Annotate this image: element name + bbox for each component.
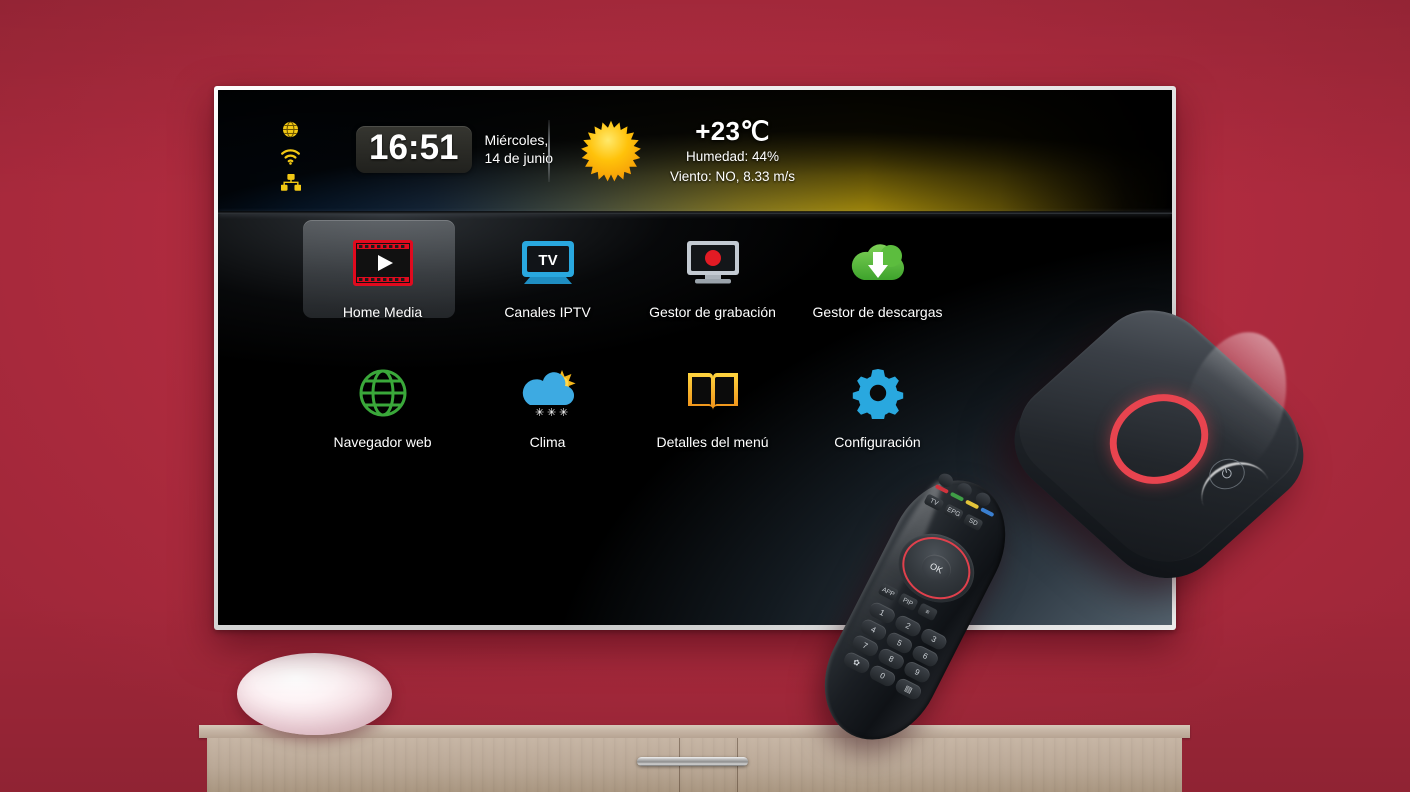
date-label: 14 de junio <box>484 150 554 167</box>
menu-item-label: Home Media <box>342 304 423 320</box>
living-room-scene: 16:51 Miércoles, 14 de junio +23℃ Humeda… <box>0 0 1410 792</box>
cloud-download-icon <box>848 232 908 294</box>
menu-item-detalles-del-menu[interactable]: Detalles del menú <box>630 348 795 460</box>
tv-icon: TV <box>520 232 576 294</box>
svg-text:✳: ✳ <box>547 407 556 418</box>
clock-box: 16:51 <box>356 126 472 173</box>
weekday-label: Miércoles, <box>484 131 549 148</box>
wind-value: Viento: NO, 8.33 m/s <box>670 168 796 184</box>
set-top-box: ⏻ <box>990 289 1328 600</box>
menu-item-gestor-de-grabacion[interactable]: Gestor de grabación <box>630 218 795 330</box>
sun-icon <box>578 118 644 184</box>
menu-item-configuracion[interactable]: Configuración <box>795 348 960 460</box>
record-tv-icon <box>685 232 741 294</box>
menu-item-label: Detalles del menú <box>656 434 769 450</box>
menu-item-label: Configuración <box>834 434 921 450</box>
lan-icon <box>280 174 301 191</box>
console-drawer-handle[interactable] <box>637 757 748 766</box>
clock-widget: 16:51 Miércoles, 14 de junio <box>356 126 553 173</box>
weather-readout: +23℃ Humedad: 44% Viento: NO, 8.33 m/s <box>670 116 795 186</box>
globe-browser-icon <box>358 362 408 424</box>
svg-text:✳: ✳ <box>535 407 544 418</box>
weather-widget: +23℃ Humedad: 44% Viento: NO, 8.33 m/s <box>578 116 795 186</box>
menu-item-label: Clima <box>529 434 566 450</box>
menu-item-gestor-de-descargas[interactable]: Gestor de descargas <box>795 218 960 330</box>
menu-item-clima[interactable]: ✳ ✳ ✳ Clima <box>465 348 630 460</box>
gear-icon <box>852 362 904 424</box>
menu-item-home-media[interactable]: Home Media <box>300 218 465 330</box>
system-status-icons <box>280 120 301 191</box>
status-bar: 16:51 Miércoles, 14 de junio +23℃ Humeda… <box>218 90 1172 211</box>
globe-icon <box>281 120 300 139</box>
menu-item-label: Navegador web <box>333 434 432 450</box>
humidity-value: Humedad: 44% <box>686 149 780 164</box>
svg-text:TV: TV <box>538 252 557 269</box>
clock-time: 16:51 <box>369 128 459 167</box>
date-text: Miércoles, 14 de junio <box>485 131 554 168</box>
menu-item-label: Canales IPTV <box>504 304 591 320</box>
svg-text:✳: ✳ <box>559 407 568 418</box>
menu-item-canales-iptv[interactable]: TV Canales IPTV <box>465 218 630 330</box>
film-strip-play-icon <box>352 232 413 294</box>
table-lamp <box>237 653 392 735</box>
statusbar-vertical-divider <box>548 120 550 182</box>
statusbar-divider <box>218 211 1172 214</box>
open-book-icon <box>685 362 741 424</box>
cloud-sun-snow-icon: ✳ ✳ ✳ <box>518 362 578 424</box>
wifi-icon <box>280 148 301 165</box>
menu-item-navegador-web[interactable]: Navegador web <box>300 348 465 460</box>
menu-item-label: Gestor de grabación <box>649 304 776 320</box>
menu-item-label: Gestor de descargas <box>812 304 943 320</box>
temperature-value: +23℃ <box>695 116 770 146</box>
